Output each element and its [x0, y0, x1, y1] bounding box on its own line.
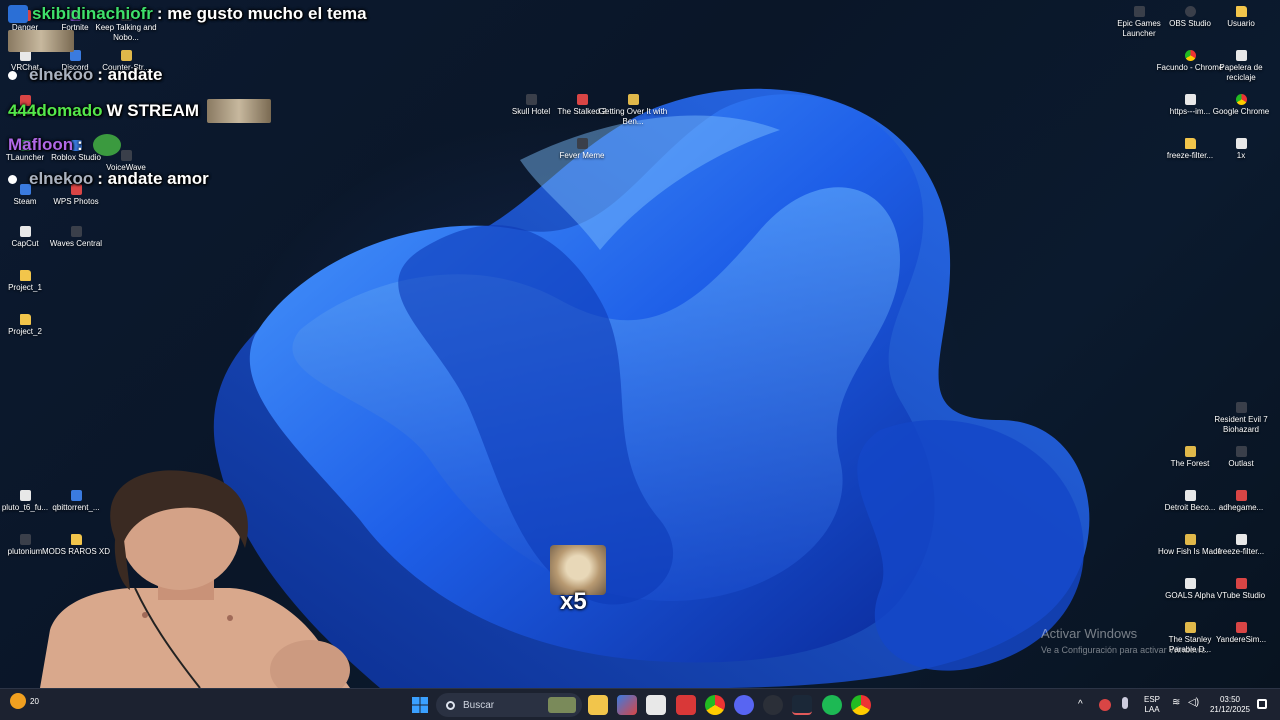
search-icon — [446, 700, 455, 710]
game-icon — [1235, 402, 1247, 413]
windows-logo-icon — [412, 697, 428, 713]
wps-button[interactable] — [676, 695, 696, 715]
game-icon — [1184, 490, 1196, 501]
status-dot — [8, 70, 17, 80]
game-icon — [627, 94, 639, 105]
chat-text: : — [77, 135, 83, 154]
folder-icon — [19, 270, 31, 281]
game-icon — [1235, 490, 1247, 501]
chat-username: elnekoo — [29, 65, 94, 84]
folder-icon — [1184, 138, 1196, 149]
ms-store-app-button[interactable] — [617, 695, 637, 715]
obs-icon — [1184, 6, 1196, 17]
game-icon — [576, 138, 588, 149]
vtube-icon — [1235, 578, 1247, 589]
folder-icon — [1235, 6, 1247, 17]
chat-username: 444domado — [8, 101, 103, 120]
file-explorer-button[interactable] — [588, 695, 608, 715]
platform-icon — [8, 5, 28, 23]
chat-message: skibidinachiofr : me gusto mucho el tema — [8, 4, 367, 24]
chat-emote — [8, 30, 74, 52]
chrome-button[interactable] — [705, 695, 725, 715]
desktop-icon-adhegame[interactable]: adhegame... — [1206, 490, 1276, 513]
taskbar-search[interactable]: Buscar — [436, 693, 582, 717]
desktop-icon-freeze-filter-file[interactable]: freeze-filter... — [1206, 534, 1276, 557]
chrome-profile-button[interactable] — [851, 695, 871, 715]
chat-text: : andate amor — [97, 169, 209, 188]
desktop-icon-yandere-sim[interactable]: YandereSim... — [1206, 622, 1276, 645]
chat-username: skibidinachiofr — [32, 4, 153, 23]
chat-emote — [207, 99, 272, 123]
game-icon — [576, 94, 588, 105]
desktop-icon-waves-central[interactable]: Waves Central — [41, 226, 111, 249]
taskbar: 20 Buscar ^ ESP LAA ≋ ◁) 03:50 21/12/202… — [0, 688, 1280, 720]
game-icon — [1184, 534, 1196, 545]
clock[interactable]: 03:50 21/12/2025 — [1204, 695, 1256, 715]
notifications-icon[interactable] — [1257, 699, 1267, 709]
chrome-icon — [1184, 50, 1196, 61]
webcam-overlay — [40, 470, 350, 688]
wifi-icon[interactable]: ≋ — [1172, 697, 1180, 708]
desktop-icon-project-1[interactable]: Project_1 — [0, 270, 60, 293]
pepe-emote — [92, 134, 121, 156]
chat-username: elnekoo — [29, 169, 94, 188]
steam-button[interactable] — [792, 695, 812, 715]
desktop-icon-1x[interactable]: 1x — [1206, 138, 1276, 161]
status-dot — [8, 174, 17, 184]
chat-text: : me gusto mucho el tema — [156, 4, 367, 23]
file-icon — [19, 490, 31, 501]
obs-button[interactable] — [763, 695, 783, 715]
desktop-icon-outlast[interactable]: Outlast — [1206, 446, 1276, 469]
activate-windows-watermark: Activar Windows Ve a Configuración para … — [1041, 626, 1209, 655]
game-icon — [1235, 446, 1247, 457]
spotify-button[interactable] — [822, 695, 842, 715]
app-icon — [120, 150, 132, 161]
game-icon — [120, 50, 132, 61]
desktop-icon-fever-meme[interactable]: Fever Meme — [547, 138, 617, 161]
emote-multiplier: x5 — [560, 588, 587, 615]
desktop-icon-recycle-bin[interactable]: Papelera de reciclaje — [1206, 50, 1276, 83]
app-icon — [19, 534, 31, 545]
search-highlight-icon — [548, 697, 576, 713]
chat-message: Mafloon : — [8, 134, 121, 156]
game-icon — [1184, 446, 1196, 457]
start-button[interactable] — [410, 695, 430, 715]
waves-icon — [70, 226, 82, 237]
chat-username: Mafloon — [8, 135, 74, 154]
game-icon — [1184, 578, 1196, 589]
desktop-icon-google-chrome[interactable]: Google Chrome — [1206, 94, 1276, 117]
desktop-icon-usuario[interactable]: Usuario — [1206, 6, 1276, 29]
chat-message: elnekoo : andate amor — [8, 169, 209, 189]
tray-chevron-icon[interactable]: ^ — [1078, 699, 1083, 710]
weather-widget[interactable]: 20 — [10, 693, 39, 709]
discord-button[interactable] — [734, 695, 754, 715]
volume-icon[interactable]: ◁) — [1188, 697, 1199, 708]
language-indicator[interactable]: ESP LAA — [1140, 695, 1164, 715]
chat-text: W STREAM — [106, 101, 200, 120]
desktop-icon-resident-evil-7[interactable]: Resident Evil 7 Biohazard — [1206, 402, 1276, 435]
desktop-icon-project-2[interactable]: Project_2 — [0, 314, 60, 337]
desktop-icon-vtube-studio[interactable]: VTube Studio — [1206, 578, 1276, 601]
tray-app-icon[interactable] — [1099, 699, 1111, 711]
chat-message: elnekoo : andate — [8, 65, 162, 85]
weather-icon — [10, 693, 26, 709]
recycle-bin-icon — [1235, 50, 1247, 61]
game-icon — [525, 94, 537, 105]
desktop: Danger Fortnite Keep Talking and Nobo...… — [0, 0, 1280, 688]
chat-message: 444domado W STREAM — [8, 99, 272, 123]
folder-icon — [19, 314, 31, 325]
game-icon — [1235, 622, 1247, 633]
file-icon — [1235, 534, 1247, 545]
microphone-icon[interactable] — [1122, 697, 1128, 709]
store-button[interactable] — [646, 695, 666, 715]
epic-icon — [1133, 6, 1145, 17]
file-icon — [1235, 138, 1247, 149]
chrome-icon — [1235, 94, 1247, 105]
file-icon — [1184, 94, 1196, 105]
desktop-icon-getting-over-it[interactable]: Getting Over It with Ben... — [598, 94, 668, 127]
chat-text: : andate — [97, 65, 163, 84]
capcut-icon — [19, 226, 31, 237]
